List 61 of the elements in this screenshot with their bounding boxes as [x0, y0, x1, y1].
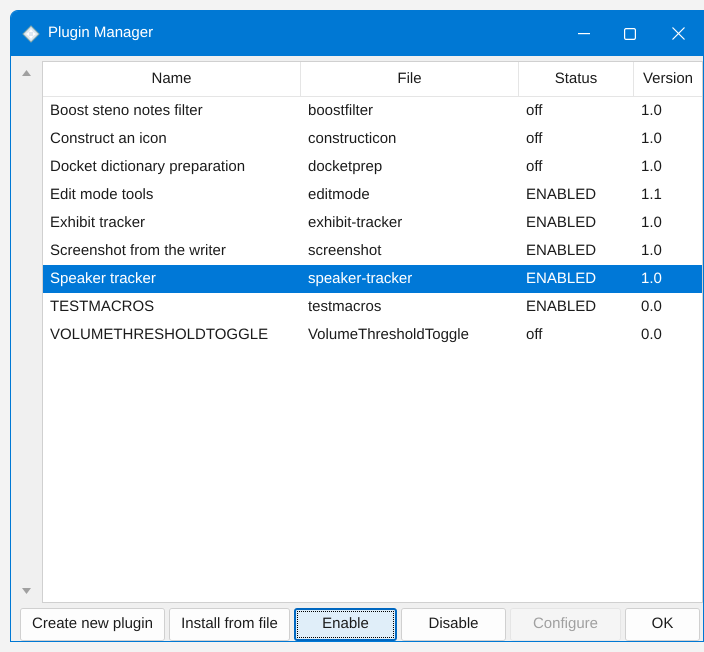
table-cell-text: off	[525, 128, 544, 149]
table-row[interactable]: TESTMACROS testmacros ENABLED 0.0	[43, 293, 702, 321]
table-row[interactable]: VOLUMETHRESHOLDTOGGLE VolumeThresholdToggle off 0.0	[43, 321, 702, 349]
dialog-button[interactable]: Create new plugin	[20, 608, 165, 641]
table-cell-text: 1.0	[640, 212, 663, 233]
table-cell-text: ENABLED	[525, 212, 598, 233]
table-cell-text: off	[525, 156, 544, 177]
table-cell-text: ENABLED	[525, 240, 598, 261]
table-cell-text: 1.0	[640, 100, 663, 121]
table-cell-text: 1.0	[640, 240, 663, 261]
table-row[interactable]: Edit mode tools editmode ENABLED 1.1	[43, 181, 702, 209]
table-cell-text: Exhibit tracker	[49, 212, 146, 233]
table-cell-text: Docket dictionary preparation	[49, 156, 246, 177]
dialog-button[interactable]: Enable	[294, 608, 397, 641]
column-header[interactable]: File	[301, 62, 519, 96]
table-cell-text: 1.0	[640, 128, 663, 149]
table-cell-text: speaker-tracker	[307, 268, 414, 289]
table-cell-text: off	[525, 100, 544, 121]
table-cell-text: ENABLED	[525, 184, 598, 205]
table-cell-text: 0.0	[640, 324, 663, 345]
table-cell-text: VOLUMETHRESHOLDTOGGLE	[49, 324, 270, 345]
dialog-button[interactable]: Disable	[401, 608, 506, 641]
table-row[interactable]: Docket dictionary preparation docketprep off 1.0	[43, 153, 702, 181]
app-icon	[22, 24, 40, 42]
table-row[interactable]: Exhibit tracker exhibit-tracker ENABLED 1.0	[43, 209, 702, 237]
scroll-down-icon[interactable]	[22, 588, 31, 594]
table-row[interactable]: Screenshot from the writer screenshot ENABLED 1.0	[43, 237, 702, 265]
table-row[interactable]: Speaker tracker speaker-tracker ENABLED 1.0	[43, 265, 702, 293]
table-cell-text: testmacros	[307, 296, 382, 317]
table-cell-text: docketprep	[307, 156, 384, 177]
table-cell-text: ENABLED	[525, 268, 598, 289]
table-cell-text: Screenshot from the writer	[49, 240, 227, 261]
table-cell-text: Speaker tracker	[49, 268, 157, 289]
table-cell-text: TESTMACROS	[49, 296, 156, 317]
table-cell-text: Boost steno notes filter	[49, 100, 204, 121]
table-cell-text: 0.0	[640, 296, 663, 317]
window-title: Plugin Manager	[48, 23, 154, 44]
table-cell-text: VolumeThresholdToggle	[307, 324, 470, 345]
column-header[interactable]: Status	[519, 62, 634, 96]
column-header[interactable]: Name	[43, 62, 301, 96]
dialog-button[interactable]: OK	[625, 608, 700, 641]
scroll-up-icon[interactable]	[22, 70, 31, 76]
table-cell-text: constructicon	[307, 128, 398, 149]
close-icon	[672, 27, 684, 40]
maximize-icon	[624, 28, 636, 40]
table-row[interactable]: Boost steno notes filter boostfilter off 1.0	[43, 97, 702, 125]
minimize-icon	[578, 32, 590, 34]
table-row[interactable]: Construct an icon constructicon off 1.0	[43, 125, 702, 153]
table-cell-text: ENABLED	[525, 296, 598, 317]
table-cell-text: 1.0	[640, 156, 663, 177]
table-cell-text: boostfilter	[307, 100, 374, 121]
table-cell-text: editmode	[307, 184, 371, 205]
table-cell-text: exhibit-tracker	[307, 212, 404, 233]
column-header[interactable]: Version	[634, 62, 702, 96]
table-cell-text: Edit mode tools	[49, 184, 154, 205]
table-cell-text: 1.0	[640, 268, 663, 289]
table-cell-text: off	[525, 324, 544, 345]
table-cell-text: 1.1	[640, 184, 663, 205]
table-cell-text: screenshot	[307, 240, 382, 261]
table-cell-text: Construct an icon	[49, 128, 168, 149]
dialog-button[interactable]: Install from file	[169, 608, 290, 641]
